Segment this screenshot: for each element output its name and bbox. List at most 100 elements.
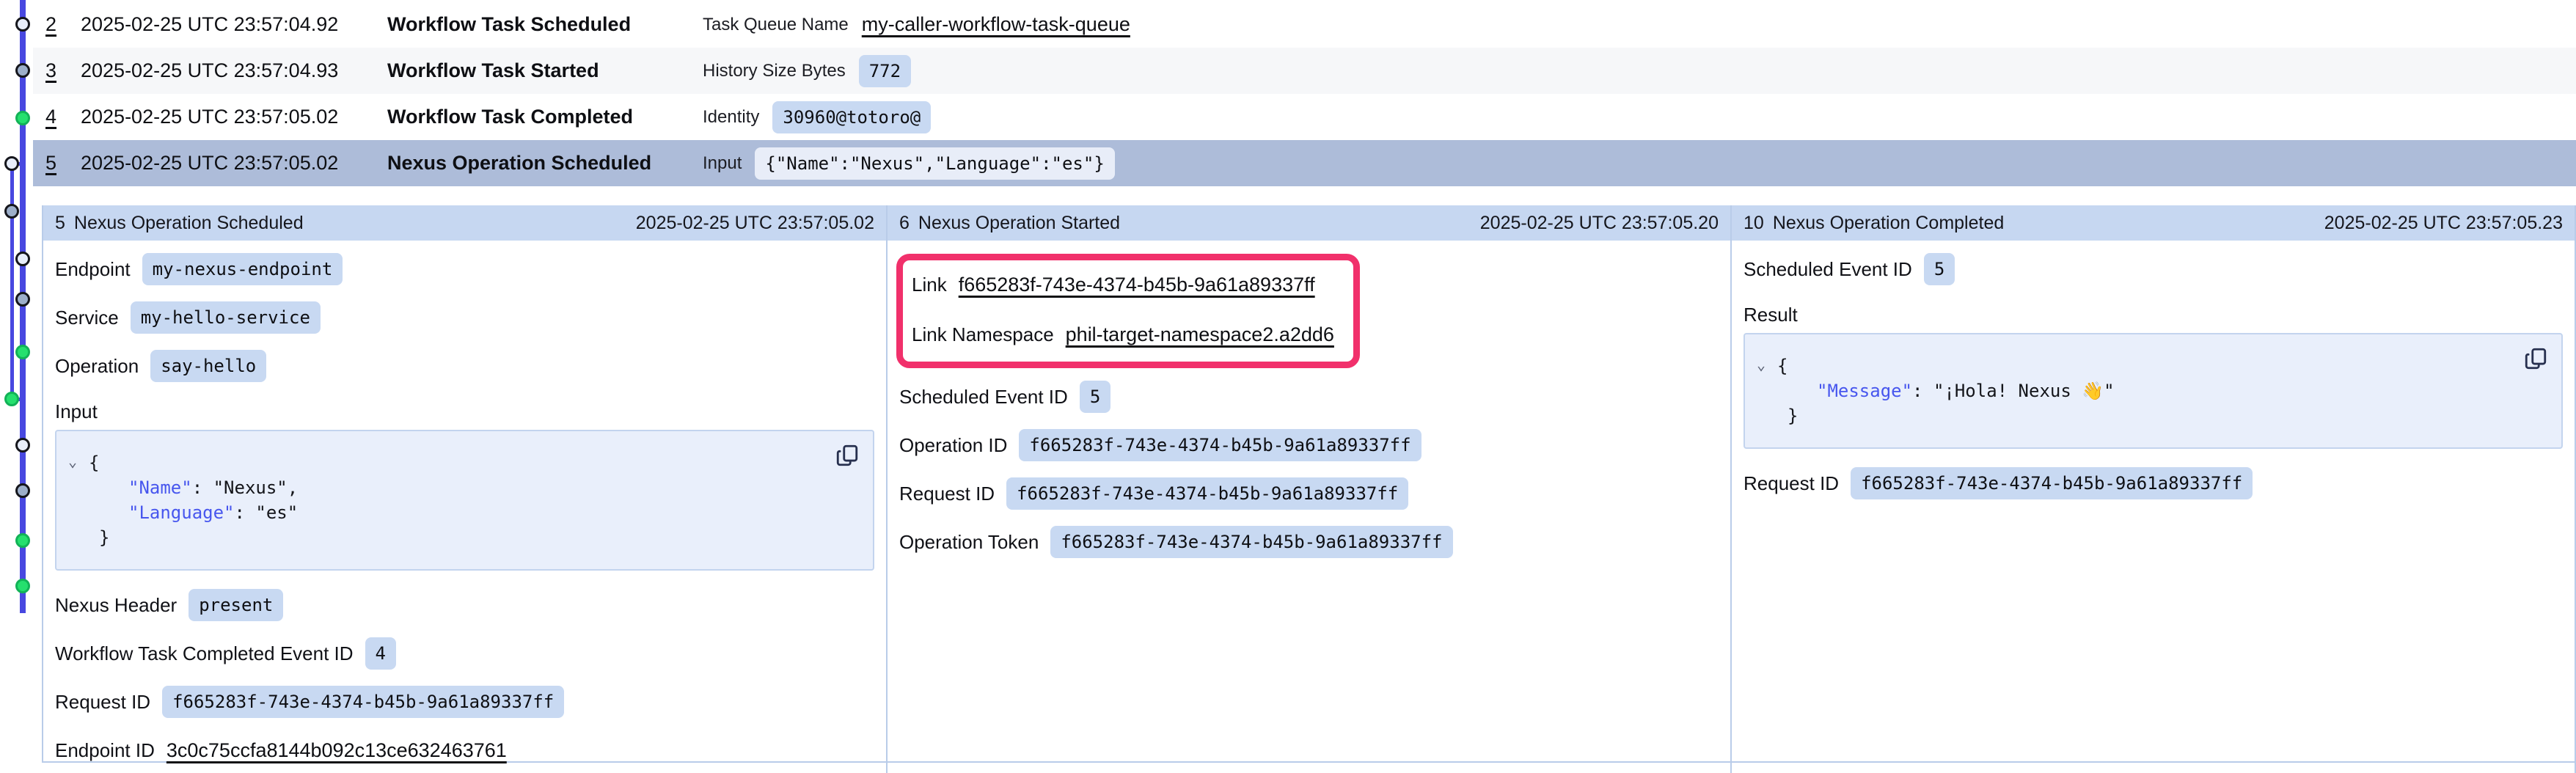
json-line: "Language": "es" — [67, 500, 822, 525]
timeline-event-dot[interactable] — [15, 579, 30, 593]
field-label: Endpoint — [55, 258, 131, 281]
field-label: Endpoint ID — [55, 739, 155, 762]
json-close-brace: } — [67, 525, 822, 550]
event-detail-panels: 5 Nexus Operation Scheduled 2025-02-25 U… — [42, 205, 2576, 763]
event-id-link[interactable]: 5 — [45, 152, 81, 175]
field-value-badge: my-hello-service — [131, 301, 321, 334]
event-id-link[interactable]: 2 — [45, 13, 81, 36]
event-attr-label: Task Queue Name — [703, 15, 849, 35]
field-label: Service — [55, 307, 119, 329]
link-namespace-link[interactable]: phil-target-namespace2.a2dd6 — [1066, 323, 1334, 346]
timeline-event-dot[interactable] — [15, 63, 30, 78]
field-label: Operation Token — [899, 531, 1039, 554]
timeline-event-dot[interactable] — [15, 111, 30, 125]
event-timestamp: 2025-02-25 UTC 23:57:05.02 — [81, 152, 387, 175]
event-attr-label: Input — [703, 153, 742, 174]
field-value-badge: 5 — [1924, 253, 1955, 285]
panel-header: 5 Nexus Operation Scheduled 2025-02-25 U… — [43, 205, 886, 241]
field-operation: Operation say-hello — [55, 351, 874, 381]
field-label: Link Namespace — [912, 323, 1054, 346]
event-timestamp: 2025-02-25 UTC 23:57:05.02 — [81, 106, 387, 128]
field-label: Operation ID — [899, 434, 1007, 457]
highlight-annotation-box: Link f665283f-743e-4374-b45b-9a61a89337f… — [896, 254, 1360, 368]
field-value-badge: f665283f-743e-4374-b45b-9a61a89337ff — [1851, 467, 2253, 499]
timeline-branch-line — [10, 164, 14, 400]
input-section-label: Input — [55, 399, 874, 424]
field-request-id: Request ID f665283f-743e-4374-b45b-9a61a… — [55, 686, 874, 717]
chevron-down-icon[interactable]: ⌄ — [68, 449, 77, 474]
event-name: Nexus Operation Scheduled — [387, 152, 703, 175]
event-timestamp: 2025-02-25 UTC 23:57:04.93 — [81, 59, 387, 82]
panel-header: 6 Nexus Operation Started 2025-02-25 UTC… — [888, 205, 1730, 241]
panel-title: 6 Nexus Operation Started — [899, 213, 1120, 234]
timeline-event-dot[interactable] — [15, 252, 30, 266]
timeline-event-dot[interactable] — [4, 204, 19, 219]
panel-nexus-operation-completed: 10 Nexus Operation Completed 2025-02-25 … — [1732, 205, 2576, 773]
field-link-namespace: Link Namespace phil-target-namespace2.a2… — [912, 319, 1334, 350]
field-workflow-task-completed-event-id: Workflow Task Completed Event ID 4 — [55, 638, 874, 669]
event-id-link[interactable]: 4 — [45, 106, 81, 128]
timeline-event-dot[interactable] — [15, 483, 30, 498]
event-attr-label: Identity — [703, 107, 759, 128]
field-operation-id: Operation ID f665283f-743e-4374-b45b-9a6… — [899, 430, 1719, 461]
copy-icon[interactable] — [2523, 346, 2548, 371]
field-label: Request ID — [55, 691, 150, 714]
field-value-badge: f665283f-743e-4374-b45b-9a61a89337ff — [1006, 477, 1408, 510]
result-section-label: Result — [1743, 302, 2563, 327]
event-input-json-badge: {"Name":"Nexus","Language":"es"} — [755, 147, 1114, 180]
panel-header: 10 Nexus Operation Completed 2025-02-25 … — [1732, 205, 2575, 241]
event-name: Workflow Task Scheduled — [387, 13, 703, 36]
panel-body: Link f665283f-743e-4374-b45b-9a61a89337f… — [888, 241, 1730, 773]
event-row-4[interactable]: 4 2025-02-25 UTC 23:57:05.02 Workflow Ta… — [33, 94, 2576, 140]
timeline-event-dot[interactable] — [4, 392, 19, 406]
panel-event-name: Nexus Operation Started — [918, 213, 1120, 234]
json-line: "Name": "Nexus", — [67, 475, 822, 500]
field-service: Service my-hello-service — [55, 302, 874, 333]
field-value-badge: f665283f-743e-4374-b45b-9a61a89337ff — [162, 686, 564, 718]
panel-timestamp: 2025-02-25 UTC 23:57:05.23 — [2324, 213, 2563, 234]
timeline-event-dot[interactable] — [15, 533, 30, 548]
copy-icon[interactable] — [835, 443, 860, 468]
panel-event-name: Nexus Operation Scheduled — [74, 213, 304, 234]
panel-event-id: 10 — [1743, 213, 1764, 234]
field-label: Operation — [55, 355, 139, 378]
timeline-event-dot[interactable] — [15, 345, 30, 359]
field-operation-token: Operation Token f665283f-743e-4374-b45b-… — [899, 527, 1719, 557]
event-attr-label: History Size Bytes — [703, 61, 846, 81]
timeline-event-dot[interactable] — [15, 17, 30, 32]
event-id-link[interactable]: 3 — [45, 59, 81, 82]
chevron-down-icon[interactable]: ⌄ — [1757, 352, 1765, 377]
panel-title: 10 Nexus Operation Completed — [1743, 213, 2004, 234]
field-value-badge: f665283f-743e-4374-b45b-9a61a89337ff — [1050, 526, 1452, 558]
field-value-badge: present — [189, 589, 283, 621]
field-endpoint-id: Endpoint ID 3c0c75ccfa8144b092c13ce63246… — [55, 735, 874, 766]
event-attr-value-badge: 30960@totoro@ — [772, 101, 931, 133]
task-queue-link[interactable]: my-caller-workflow-task-queue — [862, 13, 1130, 36]
endpoint-id-link[interactable]: 3c0c75ccfa8144b092c13ce632463761 — [167, 739, 507, 762]
event-row-3[interactable]: 3 2025-02-25 UTC 23:57:04.93 Workflow Ta… — [33, 48, 2576, 94]
json-close-brace: } — [1755, 403, 2510, 428]
result-json-viewer: ⌄ { "Message": "¡Hola! Nexus 👋" } — [1743, 333, 2563, 449]
field-value-badge: f665283f-743e-4374-b45b-9a61a89337ff — [1019, 429, 1421, 461]
event-history-list: 2 2025-02-25 UTC 23:57:04.92 Workflow Ta… — [33, 1, 2576, 186]
field-scheduled-event-id: Scheduled Event ID 5 — [1743, 254, 2563, 285]
field-label: Link — [912, 274, 947, 296]
json-open-brace: { — [67, 450, 822, 475]
panel-timestamp: 2025-02-25 UTC 23:57:05.20 — [1480, 213, 1719, 234]
field-label: Request ID — [1743, 472, 1839, 495]
link-value-link[interactable]: f665283f-743e-4374-b45b-9a61a89337ff — [959, 274, 1315, 296]
timeline-main-line — [20, 0, 26, 613]
panel-body: Scheduled Event ID 5 Result ⌄ { "Message… — [1732, 241, 2575, 773]
timeline-event-dot[interactable] — [15, 292, 30, 307]
panel-body: Endpoint my-nexus-endpoint Service my-he… — [43, 241, 886, 773]
timeline-event-dot[interactable] — [4, 156, 19, 171]
field-label: Request ID — [899, 483, 995, 505]
timeline-event-dot[interactable] — [15, 438, 30, 453]
panel-title: 5 Nexus Operation Scheduled — [55, 213, 304, 234]
event-row-5-selected[interactable]: 5 2025-02-25 UTC 23:57:05.02 Nexus Opera… — [33, 140, 2576, 186]
event-row-2[interactable]: 2 2025-02-25 UTC 23:57:04.92 Workflow Ta… — [33, 1, 2576, 48]
input-json-viewer: ⌄ { "Name": "Nexus", "Language": "es" } — [55, 430, 874, 571]
field-label: Scheduled Event ID — [1743, 258, 1912, 281]
panel-nexus-operation-started: 6 Nexus Operation Started 2025-02-25 UTC… — [888, 205, 1732, 773]
field-link: Link f665283f-743e-4374-b45b-9a61a89337f… — [912, 269, 1334, 300]
